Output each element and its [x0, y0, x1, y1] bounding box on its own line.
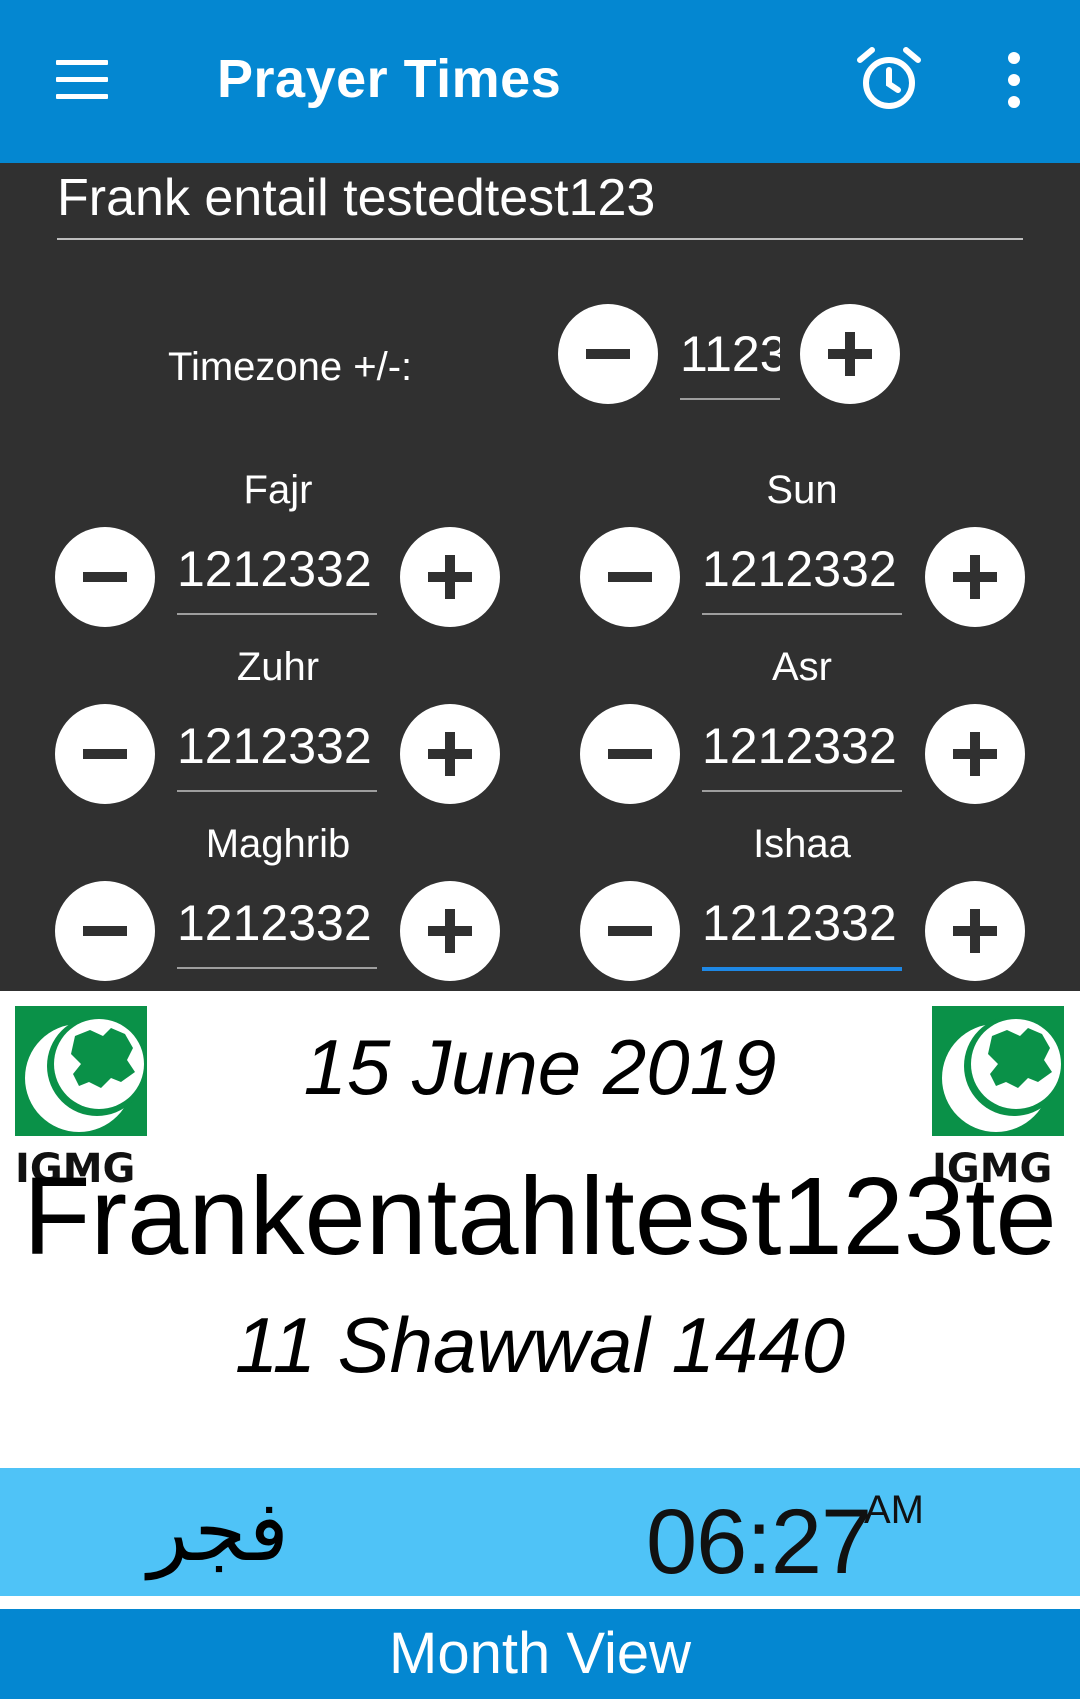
asr-label: Asr — [772, 645, 832, 689]
hijri-date: 11 Shawwal 1440 — [235, 1301, 845, 1389]
prayer-time-ampm: AM — [864, 1488, 924, 1532]
settings-panel: Frank entail testedtest123 Timezone +/-:… — [0, 163, 1080, 991]
maghrib-offset-input[interactable]: 1212332 — [177, 887, 377, 969]
timezone-minus-button[interactable] — [558, 304, 658, 404]
maghrib-plus-button[interactable] — [400, 881, 500, 981]
alarm-clock-icon[interactable] — [856, 46, 922, 112]
month-view-button[interactable]: Month View — [0, 1609, 1080, 1699]
maghrib-label: Maghrib — [205, 822, 351, 866]
asr-offset-input[interactable]: 1212332 — [702, 710, 902, 792]
fajr-offset-input[interactable]: 1212332 — [177, 533, 377, 615]
timezone-input[interactable]: 1123 — [680, 318, 780, 400]
sun-label: Sun — [766, 468, 838, 512]
asr-plus-button[interactable] — [925, 704, 1025, 804]
zuhr-minus-button[interactable] — [55, 704, 155, 804]
fajr-minus-button[interactable] — [55, 527, 155, 627]
mosque-name-input[interactable]: Frank entail testedtest123 — [57, 163, 1023, 240]
sun-plus-button[interactable] — [925, 527, 1025, 627]
current-prayer-bar[interactable]: فجر 06:27 AM — [0, 1468, 1080, 1596]
sun-offset-input[interactable]: 1212332 — [702, 533, 902, 615]
app-bar: Prayer Times — [0, 0, 1080, 163]
maghrib-minus-button[interactable] — [55, 881, 155, 981]
ishaa-plus-button[interactable] — [925, 881, 1025, 981]
hamburger-menu-icon[interactable] — [52, 58, 112, 102]
asr-minus-button[interactable] — [580, 704, 680, 804]
fajr-label: Fajr — [243, 468, 313, 512]
timezone-label: Timezone +/-: — [168, 345, 413, 389]
sun-minus-button[interactable] — [580, 527, 680, 627]
zuhr-offset-input[interactable]: 1212332 — [177, 710, 377, 792]
prayer-name-arabic: فجر — [148, 1482, 289, 1580]
gregorian-date: 15 June 2019 — [303, 1023, 777, 1111]
ishaa-label: Ishaa — [753, 822, 851, 866]
timezone-plus-button[interactable] — [800, 304, 900, 404]
app-title: Prayer Times — [217, 49, 562, 109]
city-name: Frankentahltest123te — [23, 1155, 1057, 1278]
ishaa-offset-input[interactable]: 1212332 — [702, 887, 902, 971]
ishaa-minus-button[interactable] — [580, 881, 680, 981]
prayer-time: 06:27 — [646, 1491, 872, 1593]
zuhr-plus-button[interactable] — [400, 704, 500, 804]
more-vert-icon[interactable] — [996, 52, 1032, 108]
zuhr-label: Zuhr — [236, 645, 320, 689]
fajr-plus-button[interactable] — [400, 527, 500, 627]
